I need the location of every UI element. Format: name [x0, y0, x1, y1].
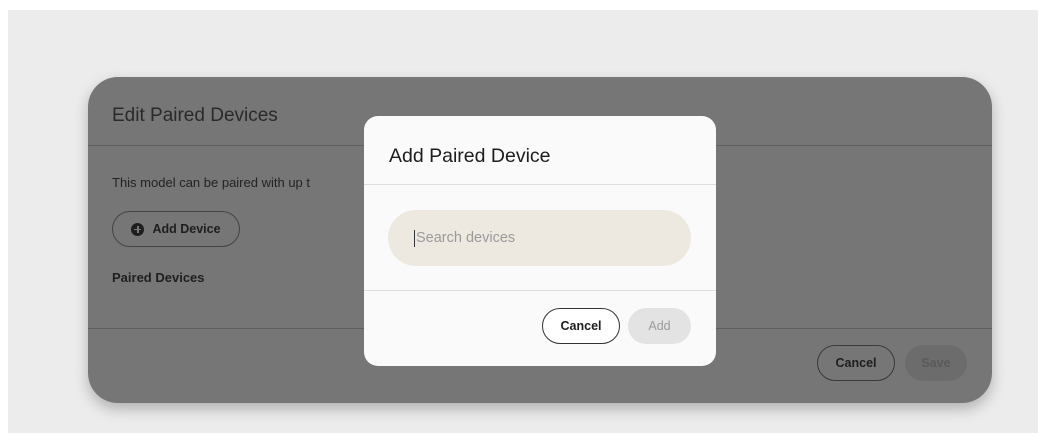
dialog-title: Edit Paired Devices — [112, 105, 278, 126]
add-device-label: Add Device — [152, 222, 221, 236]
modal-cancel-button[interactable]: Cancel — [542, 308, 620, 344]
dialog-save-button[interactable]: Save — [905, 345, 967, 381]
page-canvas: Edit Paired Devices This model can be pa… — [8, 10, 1038, 433]
text-cursor — [414, 229, 415, 247]
add-device-button[interactable]: Add Device — [112, 211, 240, 247]
modal-title: Add Paired Device — [389, 145, 551, 167]
pairing-description: This model can be paired with up t — [112, 175, 310, 190]
paired-devices-heading: Paired Devices — [112, 270, 205, 285]
modal-header-divider — [364, 184, 716, 185]
search-devices-input[interactable] — [416, 230, 656, 246]
plus-circle-icon — [131, 222, 145, 236]
search-field[interactable] — [388, 210, 691, 266]
add-paired-device-modal: Add Paired Device Cancel Add — [364, 116, 716, 366]
modal-add-button[interactable]: Add — [628, 308, 691, 344]
modal-footer-divider — [364, 290, 716, 291]
dialog-cancel-button[interactable]: Cancel — [817, 345, 895, 381]
